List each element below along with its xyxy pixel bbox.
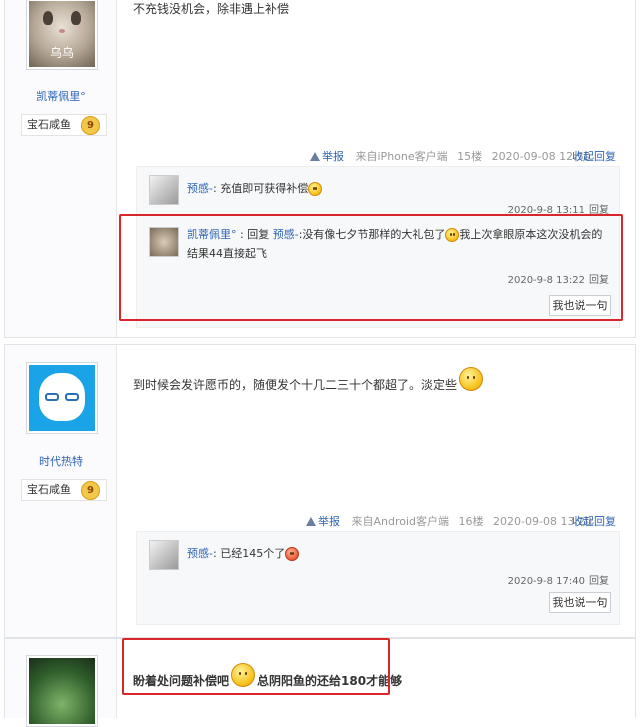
reply-text: 预感-: 已经145个了 bbox=[187, 544, 611, 563]
cartoon-avatar bbox=[29, 365, 95, 431]
smiley-icon bbox=[285, 547, 300, 561]
user-sidebar bbox=[5, 639, 117, 727]
level-icon: 9 bbox=[81, 481, 100, 500]
post-meta: 举报 来自Android客户端 16楼 2020-09-08 13:20 bbox=[306, 513, 592, 529]
reply-item: 预感-: 充值即可获得补偿 2020-9-8 13:11 回复 bbox=[149, 175, 611, 216]
post-floor-16: 时代热特 宝石咸鱼 9 到时候会发许愿币的，随便发个十几二三十个都超了。淡定些 … bbox=[4, 344, 636, 638]
post-text: 到时候会发许愿币的，随便发个十几二三十个都超了。淡定些 bbox=[133, 367, 484, 393]
smiley-icon bbox=[459, 367, 484, 391]
reply-user[interactable]: 预感- bbox=[187, 182, 213, 195]
badge-label: 宝石咸鱼 bbox=[27, 483, 71, 496]
report-link[interactable]: 举报 bbox=[322, 150, 344, 163]
reply-text: 预感-: 充值即可获得补偿 bbox=[187, 179, 611, 198]
reply-content: 已经145个了 bbox=[220, 547, 286, 560]
source-text: 来自Android客户端 bbox=[351, 515, 450, 528]
floor-number: 15楼 bbox=[457, 150, 483, 163]
reply-avatar[interactable] bbox=[149, 175, 179, 205]
reply-avatar[interactable] bbox=[149, 540, 179, 570]
smiley-icon bbox=[308, 182, 323, 196]
reply-item: 预感-: 已经145个了 2020-9-8 17:40 回复 bbox=[149, 540, 611, 587]
highlight-box bbox=[122, 638, 390, 695]
say-something-button[interactable]: 我也说一句 bbox=[549, 592, 611, 613]
collapse-replies-link[interactable]: 收起回复 bbox=[572, 148, 616, 164]
avatar[interactable] bbox=[26, 655, 98, 727]
reply-link[interactable]: 回复 bbox=[589, 576, 609, 587]
reply-separator: : bbox=[212, 182, 217, 195]
badge-label: 宝石咸鱼 bbox=[27, 118, 71, 131]
post-text-content: 到时候会发许愿币的，随便发个十几二三十个都超了。淡定些 bbox=[133, 378, 458, 392]
cat-photo: 乌乌 bbox=[29, 1, 95, 67]
user-sidebar: 时代热特 宝石咸鱼 9 bbox=[5, 345, 117, 637]
avatar[interactable]: 乌乌 bbox=[26, 0, 98, 70]
reply-content: 充值即可获得补偿 bbox=[220, 182, 309, 195]
floor-number: 16楼 bbox=[458, 515, 484, 528]
level-icon: 9 bbox=[81, 116, 100, 135]
report-icon bbox=[306, 517, 316, 526]
reply-time: 2020-9-8 17:40 bbox=[507, 576, 585, 587]
avatar[interactable] bbox=[26, 362, 98, 434]
report-link[interactable]: 举报 bbox=[318, 515, 340, 528]
plant-avatar bbox=[29, 658, 95, 724]
source-text: 来自iPhone客户端 bbox=[355, 150, 448, 163]
user-badge: 宝石咸鱼 9 bbox=[21, 479, 107, 501]
collapse-replies-link[interactable]: 收起回复 bbox=[572, 513, 616, 529]
post-text: 不充钱没机会，除非遇上补偿 bbox=[133, 2, 290, 16]
user-sidebar: 乌乌 凯蒂佩里° 宝石咸鱼 9 bbox=[5, 0, 117, 337]
username[interactable]: 凯蒂佩里° bbox=[5, 88, 117, 104]
avatar-caption: 乌乌 bbox=[49, 46, 74, 60]
reply-meta: 2020-9-8 17:40 回复 bbox=[508, 572, 609, 587]
username[interactable]: 时代热特 bbox=[5, 453, 117, 469]
user-badge: 宝石咸鱼 9 bbox=[21, 114, 107, 136]
report-icon bbox=[310, 152, 320, 161]
reply-list: 预感-: 已经145个了 2020-9-8 17:40 回复 我也说一句 bbox=[136, 531, 620, 625]
reply-user[interactable]: 预感- bbox=[187, 547, 213, 560]
post-meta: 举报 来自iPhone客户端 15楼 2020-09-08 12:50 bbox=[310, 148, 591, 164]
highlight-box bbox=[119, 214, 623, 321]
reply-separator: : bbox=[212, 547, 217, 560]
